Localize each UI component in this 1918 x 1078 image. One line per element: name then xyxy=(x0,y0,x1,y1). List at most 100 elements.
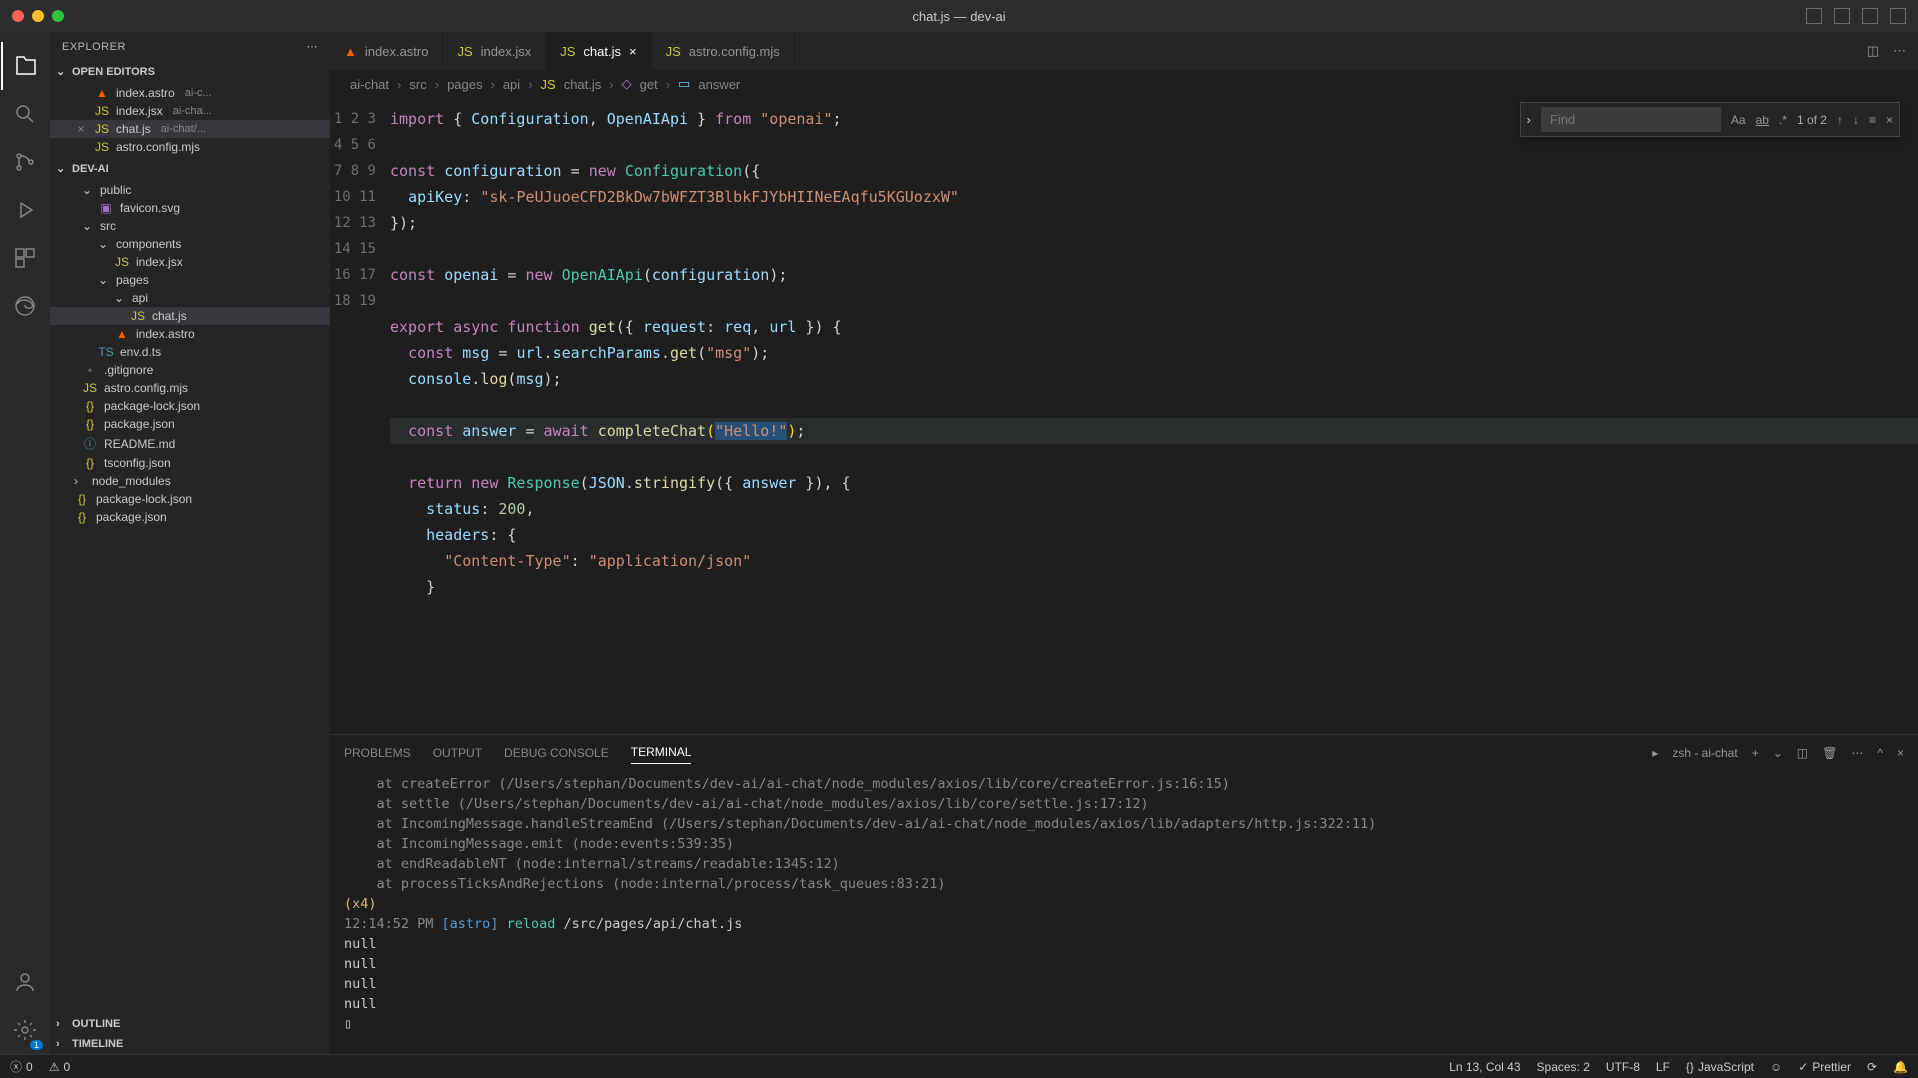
maximize-icon[interactable]: ^ xyxy=(1877,746,1883,760)
editor-tabs: ▲index.astro JSindex.jsx JSchat.js× JSas… xyxy=(330,32,1918,70)
json-icon: {} xyxy=(82,456,98,470)
file-astro-config[interactable]: JSastro.config.mjs xyxy=(50,379,330,397)
open-editor-item[interactable]: JS astro.config.mjs xyxy=(50,138,330,156)
language-mode[interactable]: {} JavaScript xyxy=(1686,1060,1754,1074)
file-pkg-lock-root[interactable]: {}package-lock.json xyxy=(50,490,330,508)
file-index-astro[interactable]: ▲index.astro xyxy=(50,325,330,343)
chevron-down-icon: ⌄ xyxy=(56,162,68,175)
panel-icon[interactable] xyxy=(1834,8,1850,24)
js-icon: JS xyxy=(94,140,110,154)
sidebar: EXPLORER ⋯ ⌄ OPEN EDITORS ▲ index.astro … xyxy=(50,32,330,1054)
errors-count[interactable]: ⓧ 0 xyxy=(10,1058,33,1075)
js-icon: JS xyxy=(560,44,575,59)
account-icon[interactable] xyxy=(1,958,49,1006)
activity-bar: 1 xyxy=(0,32,50,1054)
tab-output[interactable]: OUTPUT xyxy=(433,742,482,764)
tab-chat-js[interactable]: JSchat.js× xyxy=(546,32,651,70)
customize-icon[interactable] xyxy=(1890,8,1906,24)
split-terminal-icon[interactable]: ◫ xyxy=(1797,746,1808,760)
chevron-down-icon: ⌄ xyxy=(56,65,68,78)
tab-index-astro[interactable]: ▲index.astro xyxy=(330,32,443,70)
folder-src[interactable]: ⌄src xyxy=(50,217,330,235)
eol[interactable]: LF xyxy=(1656,1060,1670,1074)
more-icon[interactable]: ⋯ xyxy=(1893,43,1906,59)
sidebar-icon[interactable] xyxy=(1862,8,1878,24)
new-terminal-icon[interactable]: + xyxy=(1752,746,1759,760)
terminal[interactable]: at createError (/Users/stephan/Documents… xyxy=(330,770,1918,1054)
jsx-icon: JS xyxy=(114,255,130,269)
settings-icon[interactable]: 1 xyxy=(1,1006,49,1054)
folder-node-modules[interactable]: ›node_modules xyxy=(50,472,330,490)
breadcrumb[interactable]: ai-chat› src› pages› api› JSchat.js› ◇ge… xyxy=(330,70,1918,98)
close-icon[interactable]: × xyxy=(629,44,637,59)
jsx-icon: JS xyxy=(457,44,472,59)
folder-api[interactable]: ⌄api xyxy=(50,289,330,307)
layout-icon[interactable] xyxy=(1806,8,1822,24)
astro-icon: ▲ xyxy=(94,86,110,100)
js-icon: JS xyxy=(94,122,110,136)
tab-terminal[interactable]: TERMINAL xyxy=(631,741,692,764)
open-editor-item[interactable]: ▲ index.astro ai-c... xyxy=(50,84,330,102)
file-pkg-root[interactable]: {}package.json xyxy=(50,508,330,526)
open-editor-item[interactable]: × JS chat.js ai-chat/... xyxy=(50,120,330,138)
file-tsconfig[interactable]: {}tsconfig.json xyxy=(50,454,330,472)
tab-index-jsx[interactable]: JSindex.jsx xyxy=(443,32,546,70)
close-window[interactable] xyxy=(12,10,24,22)
file-pkg[interactable]: {}package.json xyxy=(50,415,330,433)
scm-icon[interactable] xyxy=(1,138,49,186)
extensions-icon[interactable] xyxy=(1,234,49,282)
edge-icon[interactable] xyxy=(1,282,49,330)
explorer-icon[interactable] xyxy=(1,42,49,90)
debug-icon[interactable] xyxy=(1,186,49,234)
minimize-window[interactable] xyxy=(32,10,44,22)
outline-header[interactable]: ›OUTLINE xyxy=(50,1014,330,1034)
svg-icon: ▣ xyxy=(98,201,114,215)
ts-icon: TS xyxy=(98,345,114,359)
open-editors-header[interactable]: ⌄ OPEN EDITORS xyxy=(50,61,330,82)
file-icon: ◦ xyxy=(82,363,98,377)
project-header[interactable]: ⌄ DEV-AI xyxy=(50,158,330,179)
js-icon: JS xyxy=(541,77,556,92)
split-icon[interactable]: ◫ xyxy=(1867,43,1879,59)
indent-setting[interactable]: Spaces: 2 xyxy=(1537,1060,1590,1074)
cursor-position[interactable]: Ln 13, Col 43 xyxy=(1449,1060,1520,1074)
file-favicon[interactable]: ▣favicon.svg xyxy=(50,199,330,217)
explorer-label: EXPLORER xyxy=(62,41,126,53)
open-editor-item[interactable]: JS index.jsx ai-cha... xyxy=(50,102,330,120)
tab-astro-config[interactable]: JSastro.config.mjs xyxy=(652,32,795,70)
js-icon: JS xyxy=(82,381,98,395)
json-icon: {} xyxy=(74,492,90,506)
file-chat-js[interactable]: JSchat.js xyxy=(50,307,330,325)
file-index-jsx[interactable]: JSindex.jsx xyxy=(50,253,330,271)
prettier-status[interactable]: ✓ Prettier xyxy=(1798,1060,1851,1074)
more-icon[interactable]: ⋯ xyxy=(1851,746,1863,760)
more-icon[interactable]: ⋯ xyxy=(307,40,319,53)
gutter: 1 2 3 4 5 6 7 8 9 10 11 12 13 14 15 16 1… xyxy=(330,98,390,734)
encoding[interactable]: UTF-8 xyxy=(1606,1060,1640,1074)
bell-icon[interactable]: 🔔 xyxy=(1893,1060,1908,1074)
folder-components[interactable]: ⌄components xyxy=(50,235,330,253)
tab-debug-console[interactable]: DEBUG CONSOLE xyxy=(504,742,609,764)
feedback-icon[interactable]: ☺ xyxy=(1770,1060,1782,1074)
folder-public[interactable]: ⌄public xyxy=(50,181,330,199)
antenna-icon[interactable]: ⟳ xyxy=(1867,1060,1877,1074)
warnings-count[interactable]: ⚠ 0 xyxy=(49,1060,70,1074)
md-icon: ⓘ xyxy=(82,435,98,452)
close-icon[interactable]: × xyxy=(1897,746,1904,760)
js-icon: JS xyxy=(130,309,146,323)
bottom-panel: PROBLEMS OUTPUT DEBUG CONSOLE TERMINAL ▸… xyxy=(330,734,1918,1054)
trash-icon[interactable]: 🗑 xyxy=(1822,746,1837,760)
tab-problems[interactable]: PROBLEMS xyxy=(344,742,411,764)
maximize-window[interactable] xyxy=(52,10,64,22)
file-env[interactable]: TSenv.d.ts xyxy=(50,343,330,361)
file-readme[interactable]: ⓘREADME.md xyxy=(50,433,330,454)
file-gitignore[interactable]: ◦.gitignore xyxy=(50,361,330,379)
folder-pages[interactable]: ⌄pages xyxy=(50,271,330,289)
file-pkg-lock[interactable]: {}package-lock.json xyxy=(50,397,330,415)
terminal-label[interactable]: zsh - ai-chat xyxy=(1672,746,1737,760)
code-editor[interactable]: import { Configuration, OpenAIApi } from… xyxy=(390,98,1918,734)
close-icon[interactable]: × xyxy=(74,122,88,136)
timeline-header[interactable]: ›TIMELINE xyxy=(50,1034,330,1054)
chevron-down-icon[interactable]: ⌄ xyxy=(1773,746,1783,760)
search-icon[interactable] xyxy=(1,90,49,138)
